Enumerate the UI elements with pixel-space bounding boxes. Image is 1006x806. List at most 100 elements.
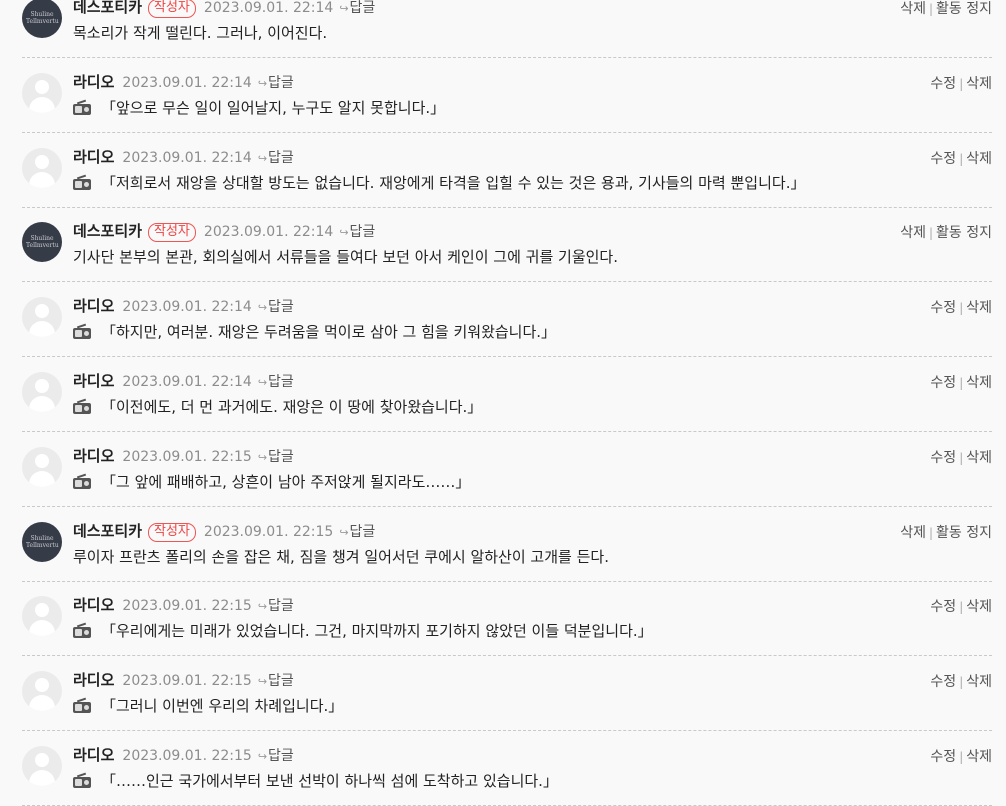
delete-button[interactable]: 삭제 (966, 151, 992, 167)
reply-label: 답글 (268, 74, 294, 91)
suspend-button[interactable]: 활동 정지 (936, 225, 992, 241)
avatar[interactable]: Shuline Tellmvertu (22, 521, 62, 562)
nickname[interactable]: 라디오 (73, 596, 114, 614)
reply-button[interactable]: ↪답글 (258, 299, 294, 315)
avatar-logo-text: Shuline Tellmvertu (26, 534, 59, 549)
comment-body: 「그러니 이번엔 우리의 차례입니다.」 (101, 697, 344, 716)
reply-button[interactable]: ↪답글 (339, 524, 375, 540)
nickname[interactable]: 라디오 (73, 372, 114, 390)
delete-button[interactable]: 삭제 (966, 599, 992, 615)
avatar[interactable]: Shuline Tellmvertu (22, 222, 62, 263)
action-divider: | (928, 2, 934, 16)
avatar-default-body-icon (29, 321, 55, 338)
reply-button[interactable]: ↪답글 (258, 75, 294, 91)
avatar[interactable] (22, 671, 62, 712)
delete-button[interactable]: 삭제 (966, 300, 992, 316)
nickname[interactable]: 라디오 (73, 297, 114, 315)
nickname[interactable]: 데스포티카 (73, 522, 142, 540)
avatar-default-body-icon (29, 96, 55, 113)
comment-body: 루이자 프란츠 폴리의 손을 잡은 채, 짐을 챙겨 일어서던 쿠에시 알하산이… (73, 547, 609, 566)
nickname[interactable]: 데스포티카 (73, 0, 142, 16)
nickname[interactable]: 라디오 (73, 671, 114, 689)
reply-label: 답글 (268, 448, 294, 465)
radio-knob (84, 780, 89, 785)
radio-speaker (75, 105, 82, 113)
reply-arrow-icon: ↪ (339, 525, 349, 539)
delete-button[interactable]: 삭제 (966, 749, 992, 765)
avatar-logo-text: Shuline Tellmvertu (26, 235, 59, 250)
reply-button[interactable]: ↪답글 (258, 150, 294, 166)
reply-label: 답글 (349, 523, 376, 540)
comment-actions: 수정 | 삭제 (930, 672, 992, 692)
comment-meta: 라디오 2023.09.01. 22:14 ↪답글 (73, 147, 294, 167)
nickname[interactable]: 라디오 (73, 746, 114, 764)
comment-item: 라디오 2023.09.01. 22:14 ↪답글 수정 | 삭제 「이전에도, 더 먼 과… (22, 357, 992, 432)
reply-button[interactable]: ↪답글 (258, 673, 294, 689)
comment-body: 기사단 본부의 본관, 회의실에서 서류들을 들여다 보던 아서 케인이 그에 … (73, 248, 618, 267)
suspend-button[interactable]: 활동 정지 (936, 1, 992, 17)
reply-button[interactable]: ↪답글 (258, 748, 294, 764)
nickname[interactable]: 라디오 (73, 447, 114, 465)
avatar-default-head-icon (35, 154, 49, 169)
delete-button[interactable]: 삭제 (966, 375, 992, 391)
avatar[interactable] (22, 72, 62, 113)
avatar[interactable] (22, 596, 62, 637)
avatar[interactable] (22, 372, 62, 412)
delete-button[interactable]: 삭제 (966, 76, 992, 92)
edit-button[interactable]: 수정 (930, 151, 956, 167)
avatar[interactable] (22, 746, 62, 786)
suspend-button[interactable]: 활동 정지 (936, 525, 992, 541)
avatar[interactable] (22, 446, 62, 487)
radio-knob (84, 406, 89, 411)
radio-speaker (75, 405, 82, 412)
edit-button[interactable]: 수정 (930, 450, 956, 466)
reply-button[interactable]: ↪답글 (339, 0, 375, 16)
delete-button[interactable]: 삭제 (900, 525, 926, 541)
avatar-default-head-icon (35, 79, 49, 94)
avatar[interactable]: Shuline Tellmvertu (22, 0, 62, 38)
edit-button[interactable]: 수정 (930, 674, 956, 690)
avatar-default-body-icon (29, 620, 55, 637)
edit-button[interactable]: 수정 (930, 749, 956, 765)
avatar[interactable] (22, 297, 62, 338)
action-divider: | (959, 301, 964, 316)
avatar-default-head-icon (35, 753, 49, 767)
comment-text: 루이자 프란츠 폴리의 손을 잡은 채, 짐을 챙겨 일어서던 쿠에시 알하산이… (73, 547, 609, 567)
reply-arrow-icon: ↪ (257, 450, 268, 464)
nickname[interactable]: 라디오 (73, 73, 114, 91)
delete-button[interactable]: 삭제 (900, 225, 926, 241)
reply-button[interactable]: ↪답글 (258, 374, 294, 390)
delete-button[interactable]: 삭제 (900, 1, 926, 17)
edit-button[interactable]: 수정 (930, 599, 956, 615)
comment-meta: 데스포티카 작성자 2023.09.01. 22:14 ↪답글 (73, 0, 375, 18)
action-divider: | (959, 76, 964, 91)
radio-icon (73, 623, 91, 639)
comment-text: 「그러니 이번엔 우리의 차례입니다.」 (73, 696, 343, 716)
radio-knob (84, 181, 89, 187)
reply-arrow-icon: ↪ (257, 675, 268, 689)
reply-arrow-icon: ↪ (257, 301, 268, 315)
delete-button[interactable]: 삭제 (966, 450, 992, 466)
comment-meta: 라디오 2023.09.01. 22:14 ↪답글 (73, 72, 294, 92)
edit-button[interactable]: 수정 (930, 76, 956, 92)
comment-date: 2023.09.01. 22:14 (203, 224, 334, 241)
comment-meta: 데스포티카 작성자 2023.09.01. 22:14 ↪답글 (73, 221, 375, 243)
avatar[interactable] (22, 147, 62, 188)
nickname[interactable]: 데스포티카 (73, 222, 142, 240)
author-badge: 작성자 (148, 522, 196, 542)
reply-label: 답글 (268, 149, 294, 166)
comment-date: 2023.09.01. 22:14 (122, 149, 252, 166)
radio-knob (84, 106, 89, 112)
reply-button[interactable]: ↪답글 (339, 224, 375, 240)
comment-text: 「이전에도, 더 먼 과거에도. 재앙은 이 땅에 찾아왔습니다.」 (73, 397, 482, 417)
delete-button[interactable]: 삭제 (966, 674, 992, 690)
action-divider: | (959, 151, 964, 166)
reply-arrow-icon: ↪ (257, 750, 268, 763)
avatar-default-head-icon (35, 379, 49, 393)
radio-knob (84, 480, 89, 486)
edit-button[interactable]: 수정 (930, 300, 956, 316)
nickname[interactable]: 라디오 (73, 148, 114, 166)
edit-button[interactable]: 수정 (930, 375, 956, 391)
reply-button[interactable]: ↪답글 (258, 449, 294, 465)
reply-button[interactable]: ↪답글 (258, 598, 294, 614)
